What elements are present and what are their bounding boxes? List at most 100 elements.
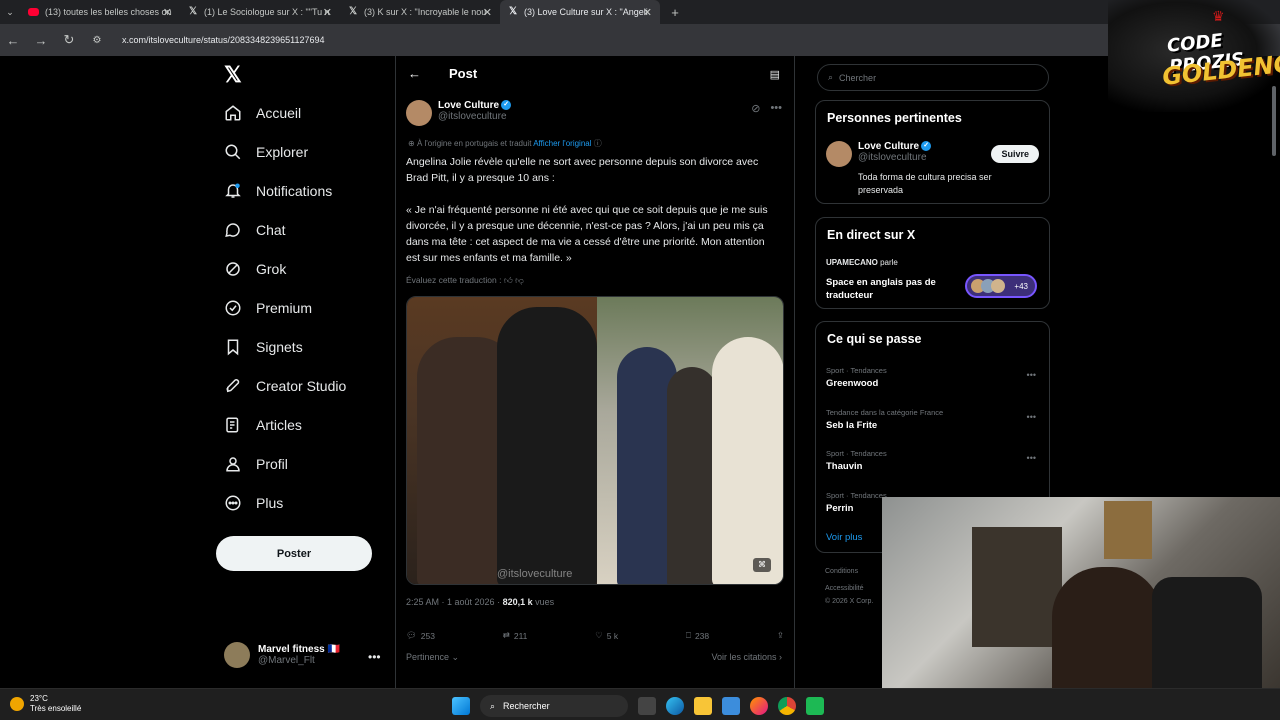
author-handle[interactable]: @itsloveculture	[438, 111, 511, 122]
post-paragraph: Angelina Jolie révèle qu'elle ne sort av…	[406, 156, 759, 184]
browser-tab-sociologue[interactable]: 𝕏 (1) Le Sociologue sur X : ""Tu n ✕	[180, 0, 340, 24]
grok-icon[interactable]: ⊘	[751, 102, 760, 115]
footer-link[interactable]: Accessibilité	[825, 585, 864, 592]
browser-tab-love-culture[interactable]: 𝕏 (3) Love Culture sur X : "Angeli ✕	[500, 0, 660, 24]
see-more-link[interactable]: Voir plus	[826, 532, 862, 543]
tab-close-icon[interactable]: ✕	[163, 6, 172, 19]
nav-item-grok[interactable]: Grok	[224, 260, 286, 278]
tab-close-icon[interactable]: ✕	[483, 6, 492, 19]
task-view-icon[interactable]	[638, 697, 656, 715]
address-bar[interactable]: x.com/itsloveculture/status/208334823965…	[122, 35, 324, 45]
relevant-user[interactable]: Love Culture ✓ @itsloveculture	[826, 141, 932, 167]
nav-item-notifications[interactable]: Notifications	[224, 182, 332, 200]
nav-item-articles[interactable]: Articles	[224, 416, 302, 434]
trend-item[interactable]: Tendance dans la catégorie France Seb la…	[826, 408, 1036, 431]
bookmark-button[interactable]: ⎕ 238	[686, 630, 709, 641]
trend-category: Sport · Tendances	[826, 449, 887, 458]
reader-mode-icon[interactable]: ▤	[770, 68, 780, 81]
chat-icon	[225, 223, 240, 237]
forward-arrow-icon[interactable]: →	[34, 33, 48, 48]
search-input[interactable]: ⌕ Chercher	[817, 64, 1049, 91]
nav-item-creator-studio[interactable]: Creator Studio	[224, 377, 346, 395]
image-description-icon[interactable]: ⌘	[753, 558, 771, 572]
nav-item-accueil[interactable]: Accueil	[224, 104, 301, 122]
reply-sort-dropdown[interactable]: Pertinence ⌄	[406, 652, 459, 663]
avatar[interactable]	[406, 100, 432, 126]
trend-item[interactable]: Sport · Tendances Greenwood •••	[826, 366, 1036, 389]
nav-label: Signets	[256, 339, 303, 355]
nav-item-profil[interactable]: Profil	[224, 455, 288, 473]
more-dots-icon[interactable]: •••	[770, 102, 782, 115]
back-arrow-icon[interactable]: ←	[408, 66, 421, 81]
figure-man-tuxedo	[497, 307, 597, 584]
tab-close-icon[interactable]: ✕	[323, 6, 332, 19]
nav-item-plus[interactable]: Plus	[224, 494, 283, 512]
account-switcher[interactable]: Marvel fitness 🇫🇷 @Marvel_Flt	[224, 642, 340, 668]
post-text: Angelina Jolie révèle qu'elle ne sort av…	[406, 154, 781, 282]
tab-close-icon[interactable]: ✕	[643, 6, 652, 19]
like-button[interactable]: ♡ 5 k	[595, 630, 618, 641]
thumbs-down-icon[interactable]: 👎︎	[515, 275, 524, 285]
game-app-icon[interactable]	[806, 697, 824, 715]
live-on-x-card[interactable]: En direct sur X UPAMECANO parle Space en…	[815, 217, 1050, 309]
repost-button[interactable]: ⇄ 211	[503, 630, 528, 641]
footer-link[interactable]: Conditions	[825, 568, 858, 575]
file-explorer-icon[interactable]	[694, 697, 712, 715]
post-image[interactable]: @itsloveculture ⌘	[406, 296, 784, 585]
browser-tab-k[interactable]: 𝕏 (3) K sur X : "Incroyable le nou ✕	[340, 0, 500, 24]
more-dots-icon[interactable]: •••	[368, 650, 381, 664]
nav-item-signets[interactable]: Signets	[224, 338, 303, 356]
author-name[interactable]: Love Culture	[438, 100, 499, 111]
reply-button[interactable]: 💬︎ 253	[406, 630, 435, 641]
thumbs-up-icon[interactable]: 👍︎	[504, 275, 513, 285]
translation-rating: Évaluez cette traduction : 👍︎ 👎︎	[406, 275, 524, 286]
bell-icon	[225, 183, 241, 198]
taskbar-search[interactable]: ⌕ Rechercher	[480, 695, 628, 717]
space-listeners[interactable]: +43	[965, 274, 1037, 298]
nav-item-chat[interactable]: Chat	[224, 221, 286, 239]
user-bio: Toda forma de cultura precisa ser preser…	[858, 172, 992, 195]
post-timestamp[interactable]: 2:25 AM · 1 août 2026 ·	[406, 597, 503, 607]
new-tab-plus-icon[interactable]: +	[668, 5, 682, 20]
share-icon[interactable]: ⇪	[777, 630, 784, 641]
search-placeholder: Chercher	[839, 72, 877, 83]
nav-item-explorer[interactable]: Explorer	[224, 143, 308, 161]
store-icon[interactable]	[722, 697, 740, 715]
view-quotes-link[interactable]: Voir les citations ›	[711, 652, 782, 662]
profile-icon	[226, 457, 240, 472]
figure-woman-white-dress	[712, 337, 783, 584]
more-dots-icon[interactable]: •••	[1027, 453, 1036, 463]
nav-label: Articles	[256, 417, 302, 433]
more-dots-icon[interactable]: •••	[1027, 370, 1036, 380]
info-icon[interactable]: ⓘ	[594, 139, 602, 148]
post-button[interactable]: Poster	[216, 536, 372, 571]
edge-icon[interactable]	[666, 697, 684, 715]
show-original-link[interactable]: Afficher l'original	[533, 139, 591, 148]
webcam-overlay	[882, 497, 1280, 688]
avatar[interactable]	[826, 141, 852, 167]
windows-start-icon[interactable]	[452, 697, 470, 715]
home-icon	[225, 105, 241, 121]
nav-item-premium[interactable]: Premium	[224, 299, 312, 317]
reply-icon: 💬︎	[406, 630, 417, 640]
temperature: 23°C	[30, 694, 48, 703]
trend-item[interactable]: Sport · Tendances Thauvin •••	[826, 449, 1036, 472]
chrome-icon[interactable]	[778, 697, 796, 715]
nav-label: Profil	[256, 456, 288, 472]
browser-tab-youtube[interactable]: (13) toutes les belles choses on ✕	[20, 0, 180, 24]
site-info-icon[interactable]: ⚙	[90, 35, 104, 46]
weather-widget[interactable]: 23°C Très ensoleillé	[10, 694, 81, 714]
x-logo-icon[interactable]: 𝕏	[224, 62, 242, 88]
back-arrow-icon[interactable]: ←	[6, 33, 20, 48]
reload-icon[interactable]: ↻	[62, 32, 76, 48]
post-author[interactable]: Love Culture ✓ @itsloveculture	[406, 100, 512, 126]
nav-label: Notifications	[256, 183, 333, 199]
more-dots-icon[interactable]: •••	[1027, 412, 1036, 422]
tab-list-chevron-icon[interactable]: ⌄	[0, 7, 20, 18]
premium-icon	[225, 300, 241, 316]
host-name: UPAMECANO	[826, 258, 878, 267]
nav-label: Accueil	[256, 105, 302, 121]
follow-button[interactable]: Suivre	[991, 145, 1039, 163]
firefox-icon[interactable]	[750, 697, 768, 715]
grok-icon	[226, 262, 240, 276]
